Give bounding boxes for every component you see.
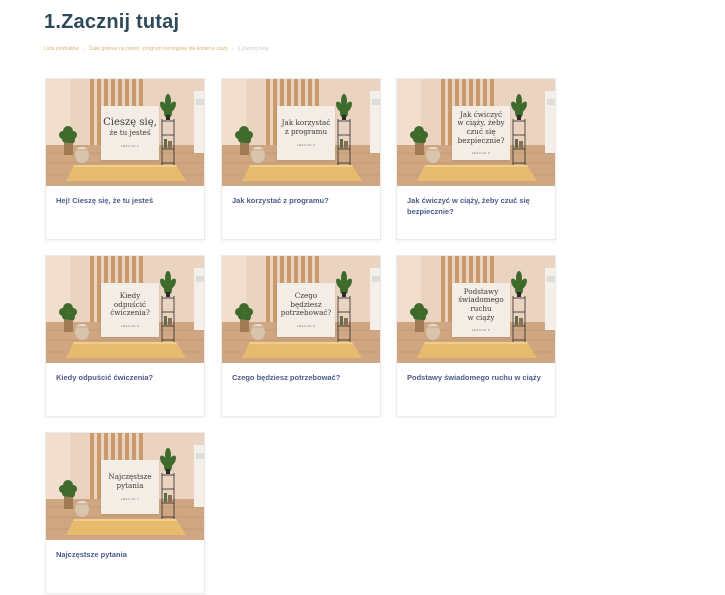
breadcrumb-item-current: 1.Zacznij tutaj bbox=[237, 46, 269, 52]
lesson-card[interactable]: Jak korzystać z programu LEKCJA 2 Jak korz… bbox=[221, 78, 381, 240]
lesson-sign-number: LEKCJA 1 bbox=[120, 143, 140, 148]
lesson-thumbnail[interactable]: Najczęstsze pytania LEKCJA 7 bbox=[46, 433, 204, 540]
lesson-thumbnail[interactable]: Podstawy świadomego ruchu w ciąży LEKCJA 6 bbox=[397, 256, 555, 363]
breadcrumb-item-products[interactable]: Lista produktów bbox=[44, 46, 79, 52]
breadcrumb-separator-icon: › bbox=[83, 46, 85, 52]
lesson-title[interactable]: Jak korzystać z programu? bbox=[232, 195, 370, 206]
lesson-sign-number: LEKCJA 6 bbox=[471, 328, 491, 333]
lesson-thumbnail[interactable]: Jak ćwiczyć w ciąży, żeby czuć się bezpiec… bbox=[397, 79, 555, 186]
lesson-sign-board: Kiedy odpuścić ćwiczenia? LEKCJA 4 bbox=[101, 283, 159, 337]
lesson-card[interactable]: Najczęstsze pytania LEKCJA 7 Najczęstsze p… bbox=[45, 432, 205, 594]
lesson-sign-text: że tu jesteś bbox=[109, 127, 151, 137]
lesson-sign-board: Jak ćwiczyć w ciąży, żeby czuć się bezpiec… bbox=[452, 106, 510, 160]
lesson-sign-number: LEKCJA 7 bbox=[120, 496, 140, 501]
lesson-card[interactable]: Kiedy odpuścić ćwiczenia? LEKCJA 4 Kiedy o… bbox=[45, 255, 205, 417]
lesson-sign-text: w ciąży bbox=[467, 312, 495, 322]
lesson-title[interactable]: Kiedy odpuścić ćwiczenia? bbox=[56, 372, 194, 383]
lesson-sign-text: ćwiczenia? bbox=[110, 308, 150, 318]
lesson-sign-number: LEKCJA 4 bbox=[120, 323, 140, 328]
lesson-title[interactable]: Czego będziesz potrzebować? bbox=[232, 372, 370, 383]
lesson-sign-number: LEKCJA 3 bbox=[471, 151, 491, 156]
lesson-sign-board: Czego będziesz potrzebować? LEKCJA 5 bbox=[277, 283, 335, 337]
lesson-sign-board: Jak korzystać z programu LEKCJA 2 bbox=[277, 106, 335, 160]
lesson-title[interactable]: Podstawy świadomego ruchu w ciąży bbox=[407, 372, 545, 383]
lesson-title[interactable]: Hej! Cieszę się, że tu jesteś bbox=[56, 195, 194, 206]
lesson-sign-text: Kiedy odpuścić bbox=[113, 291, 147, 309]
lesson-sign-text: potrzebować? bbox=[280, 308, 332, 318]
lesson-sign-text: Czego będziesz bbox=[290, 291, 322, 309]
lesson-card[interactable]: Jak ćwiczyć w ciąży, żeby czuć się bezpiec… bbox=[396, 78, 556, 240]
lesson-thumbnail[interactable]: Czego będziesz potrzebować? LEKCJA 5 bbox=[222, 256, 380, 363]
lesson-sign-board: Podstawy świadomego ruchu w ciąży LEKCJA 6 bbox=[452, 283, 510, 337]
lesson-thumbnail[interactable]: Jak korzystać z programu LEKCJA 2 bbox=[222, 79, 380, 186]
lesson-thumbnail[interactable]: Kiedy odpuścić ćwiczenia? LEKCJA 4 bbox=[46, 256, 204, 363]
lesson-sign-text: pytania bbox=[116, 481, 144, 490]
lesson-card[interactable]: Czego będziesz potrzebować? LEKCJA 5 Czego… bbox=[221, 255, 381, 417]
lesson-thumbnail[interactable]: Cieszę się, że tu jesteś LEKCJA 1 bbox=[46, 79, 204, 186]
lesson-sign-text: świadomego ruchu bbox=[458, 295, 504, 313]
breadcrumb: Lista produktów › Ciało gotowe na poród … bbox=[44, 46, 268, 52]
lesson-title[interactable]: Jak ćwiczyć w ciąży, żeby czuć się bezpi… bbox=[407, 195, 545, 218]
page-title: 1.Zacznij tutaj bbox=[44, 11, 180, 33]
lesson-card[interactable]: Cieszę się, że tu jesteś LEKCJA 1 Hej! Cie… bbox=[45, 78, 205, 240]
page: 1.Zacznij tutaj Lista produktów › Ciało … bbox=[0, 0, 725, 595]
breadcrumb-item-program[interactable]: Ciało gotowe na poród - program treningo… bbox=[89, 46, 228, 52]
lesson-sign-number: LEKCJA 5 bbox=[296, 323, 316, 328]
lesson-sign-text: czuć się bezpiecznie? bbox=[457, 127, 505, 145]
lesson-sign-board: Najczęstsze pytania LEKCJA 7 bbox=[101, 460, 159, 514]
lesson-sign-number: LEKCJA 2 bbox=[296, 142, 316, 147]
lesson-sign-text: z programu bbox=[284, 127, 328, 136]
lesson-sign-board: Cieszę się, że tu jesteś LEKCJA 1 bbox=[101, 106, 159, 160]
breadcrumb-separator-icon: › bbox=[231, 46, 234, 52]
lesson-card[interactable]: Podstawy świadomego ruchu w ciąży LEKCJA 6 … bbox=[396, 255, 556, 417]
lesson-title[interactable]: Najczęstsze pytania bbox=[56, 549, 194, 560]
